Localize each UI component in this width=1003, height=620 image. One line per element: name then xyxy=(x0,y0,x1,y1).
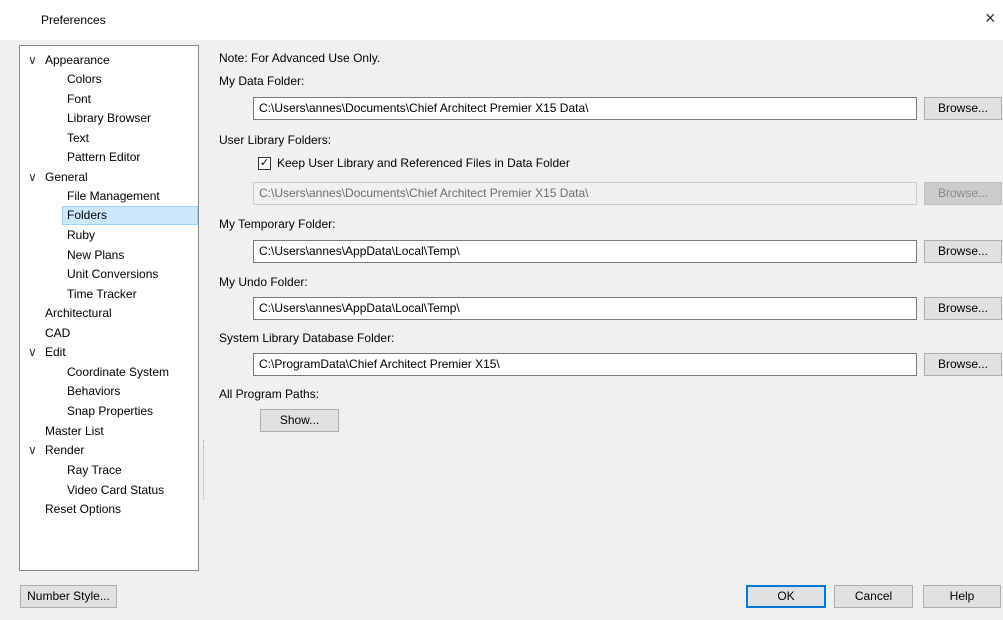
tree-item-label: Ruby xyxy=(67,228,96,242)
undo-folder-browse-button[interactable]: Browse... xyxy=(924,297,1002,320)
chevron-down-icon[interactable]: ∨ xyxy=(28,441,38,460)
temporary-folder-field[interactable]: C:\Users\annes\AppData\Local\Temp\ xyxy=(253,240,917,263)
my-data-folder-field[interactable]: C:\Users\annes\Documents\Chief Architect… xyxy=(253,97,917,120)
tree-item-label: Reset Options xyxy=(45,502,122,516)
user-library-folder-field: C:\Users\annes\Documents\Chief Architect… xyxy=(253,182,917,205)
tree-item-label: Coordinate System xyxy=(67,365,170,379)
tree-item-label: Text xyxy=(67,131,90,145)
tree-item-label: Unit Conversions xyxy=(67,267,159,281)
tree-item-appearance[interactable]: ∨ Appearance xyxy=(20,51,198,70)
checkmark-icon: ✓ xyxy=(259,157,270,169)
panel-splitter[interactable] xyxy=(203,440,207,500)
tree-item-file-management[interactable]: File Management xyxy=(67,187,160,206)
number-style-button[interactable]: Number Style... xyxy=(20,585,117,608)
my-data-folder-label: My Data Folder: xyxy=(219,74,305,88)
tree-item-coordinate-system[interactable]: Coordinate System xyxy=(67,363,169,382)
tree-item-library-browser[interactable]: Library Browser xyxy=(67,109,151,128)
tree-item-label: New Plans xyxy=(67,248,125,262)
tree-item-font[interactable]: Font xyxy=(67,90,91,109)
tree-item-cad[interactable]: CAD xyxy=(45,324,70,343)
user-library-folders-label: User Library Folders: xyxy=(219,133,332,147)
tree-item-ruby[interactable]: Ruby xyxy=(67,226,95,245)
tree-item-ray-trace[interactable]: Ray Trace xyxy=(67,461,122,480)
tree-item-label: Folders xyxy=(67,208,108,222)
advanced-note: Note: For Advanced Use Only. xyxy=(219,51,381,65)
tree-item-time-tracker[interactable]: Time Tracker xyxy=(67,285,137,304)
chevron-down-icon[interactable]: ∨ xyxy=(28,343,38,362)
help-button[interactable]: Help xyxy=(923,585,1001,608)
system-library-folder-label: System Library Database Folder: xyxy=(219,331,395,345)
tree-item-edit[interactable]: ∨ Edit xyxy=(20,343,198,362)
tree-item-label: Behaviors xyxy=(67,384,121,398)
tree-item-label: Snap Properties xyxy=(67,404,154,418)
tree-item-label: Time Tracker xyxy=(67,287,137,301)
tree-item-label: Ray Trace xyxy=(67,463,122,477)
tree-item-label: File Management xyxy=(67,189,160,203)
temporary-folder-label: My Temporary Folder: xyxy=(219,217,336,231)
tree-item-label: Pattern Editor xyxy=(67,150,141,164)
user-library-browse-button: Browse... xyxy=(924,182,1002,205)
tree-item-architectural[interactable]: Architectural xyxy=(45,304,112,323)
keep-user-library-label[interactable]: Keep User Library and Referenced Files i… xyxy=(277,156,570,170)
category-tree[interactable]: ∨ Appearance Colors Font Library Browser… xyxy=(19,45,199,571)
system-library-folder-field[interactable]: C:\ProgramData\Chief Architect Premier X… xyxy=(253,353,917,376)
ok-button[interactable]: OK xyxy=(746,585,826,608)
tree-item-label: Colors xyxy=(67,72,102,86)
tree-item-label: Library Browser xyxy=(67,111,152,125)
system-library-browse-button[interactable]: Browse... xyxy=(924,353,1002,376)
keep-user-library-checkbox[interactable]: ✓ xyxy=(258,157,271,170)
tree-item-folders[interactable]: Folders xyxy=(62,206,198,225)
all-program-paths-label: All Program Paths: xyxy=(219,387,320,401)
tree-item-label: Font xyxy=(67,92,92,106)
tree-item-label: Render xyxy=(45,443,85,457)
window-title: Preferences xyxy=(41,13,106,27)
tree-item-colors[interactable]: Colors xyxy=(67,70,102,89)
tree-item-label: Edit xyxy=(45,345,66,359)
tree-item-general[interactable]: ∨ General xyxy=(20,168,198,187)
tree-item-unit-conversions[interactable]: Unit Conversions xyxy=(67,265,158,284)
tree-item-reset-options[interactable]: Reset Options xyxy=(45,500,121,519)
tree-item-new-plans[interactable]: New Plans xyxy=(67,246,124,265)
tree-item-video-card-status[interactable]: Video Card Status xyxy=(67,481,164,500)
close-icon[interactable]: × xyxy=(985,9,996,27)
show-paths-button[interactable]: Show... xyxy=(260,409,339,432)
tree-item-label: Master List xyxy=(45,424,104,438)
tree-item-label: Video Card Status xyxy=(67,483,165,497)
tree-item-label: Architectural xyxy=(45,306,112,320)
tree-item-snap-properties[interactable]: Snap Properties xyxy=(67,402,153,421)
tree-item-render[interactable]: ∨ Render xyxy=(20,441,198,460)
tree-item-label: General xyxy=(45,170,88,184)
tree-item-text[interactable]: Text xyxy=(67,129,89,148)
undo-folder-label: My Undo Folder: xyxy=(219,275,308,289)
undo-folder-field[interactable]: C:\Users\annes\AppData\Local\Temp\ xyxy=(253,297,917,320)
tree-item-label: CAD xyxy=(45,326,71,340)
my-data-folder-browse-button[interactable]: Browse... xyxy=(924,97,1002,120)
cancel-button[interactable]: Cancel xyxy=(834,585,913,608)
tree-item-pattern-editor[interactable]: Pattern Editor xyxy=(67,148,140,167)
tree-item-behaviors[interactable]: Behaviors xyxy=(67,382,120,401)
tree-item-label: Appearance xyxy=(45,53,110,67)
title-bar: Preferences × xyxy=(0,0,1003,40)
tree-item-master-list[interactable]: Master List xyxy=(45,422,104,441)
chevron-down-icon[interactable]: ∨ xyxy=(28,51,38,70)
temporary-folder-browse-button[interactable]: Browse... xyxy=(924,240,1002,263)
chevron-down-icon[interactable]: ∨ xyxy=(28,168,38,187)
